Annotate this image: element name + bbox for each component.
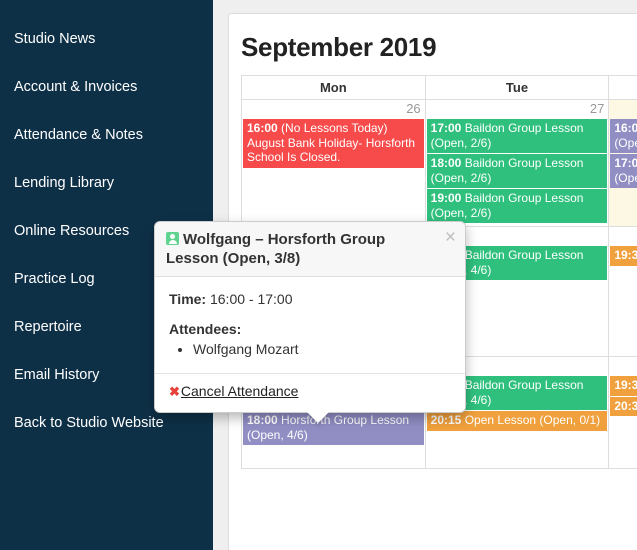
day-events: 17:00 Baildon Group Lesson (Open, 2/6) 18… bbox=[426, 119, 609, 226]
calendar-event[interactable]: 16:00 (No Lessons Today) August Bank Hol… bbox=[243, 119, 424, 168]
calendar-day-cell[interactable]: 1019:30 Open Lesson (Open, 0/1)20:30 Ope… bbox=[608, 356, 637, 469]
calendar-event[interactable]: 18:00 Horsforth Group Lesson (Open, 4/6) bbox=[243, 411, 424, 445]
sidebar-item-label: Practice Log bbox=[14, 271, 95, 288]
page-title: September 2019 bbox=[241, 32, 437, 62]
calendar-event[interactable]: 17:00 Baildon Group Lesson (Open, 2/6) bbox=[426, 119, 608, 153]
event-time: 17:00 bbox=[614, 156, 637, 170]
popover-attendees-row: Attendees: Wolfgang Mozart bbox=[169, 321, 451, 359]
popover-time-row: Time: 16:00 - 17:00 bbox=[169, 291, 451, 307]
event-time: 16:00 bbox=[614, 121, 637, 135]
day-events: 16:00 Horsforth Group Lesson (Open, 3/8)… bbox=[609, 119, 637, 191]
day-header-wed: Wed bbox=[608, 75, 637, 100]
event-time: 20:15 bbox=[430, 413, 462, 427]
sidebar-item-lending-library[interactable]: Lending Library bbox=[0, 160, 213, 208]
sidebar-item-attendance-notes[interactable]: Attendance & Notes bbox=[0, 112, 213, 160]
calendar-event[interactable]: 20:15 Open Lesson (Open, 0/1) bbox=[426, 411, 608, 431]
day-events: 19:30 Open Lesson (Open, 0/1)20:30 Open … bbox=[609, 376, 637, 419]
day-number: 26 bbox=[406, 101, 421, 116]
calendar-event[interactable]: 16:00 Horsforth Group Lesson (Open, 3/8) bbox=[610, 119, 637, 153]
popover-title: Wolfgang – Horsforth Group Lesson (Open,… bbox=[166, 231, 386, 267]
popover-body: Time: 16:00 - 17:00 Attendees: Wolfgang … bbox=[155, 277, 465, 373]
event-time: 17:00 bbox=[430, 121, 462, 135]
sidebar-item-account-invoices[interactable]: Account & Invoices bbox=[0, 64, 213, 112]
calendar-day-cell[interactable]: 16:00 Horsforth Group Lesson (Open, 3/8)… bbox=[608, 99, 637, 227]
calendar-event[interactable]: 18:00 Baildon Group Lesson (Open, 2/6) bbox=[426, 154, 608, 188]
attendees-label: Attendees: bbox=[169, 321, 242, 337]
day-events: 19:30 Open Lesson (Open, 0/1) bbox=[609, 246, 637, 269]
calendar-event[interactable]: 17:00 Horsforth Group Lesson (Open, 6/8) bbox=[610, 154, 637, 188]
calendar-event[interactable]: 19:30 Open Lesson (Open, 0/1) bbox=[610, 246, 637, 266]
event-popover[interactable]: Wolfgang – Horsforth Group Lesson (Open,… bbox=[154, 221, 466, 423]
event-time: 18:00 bbox=[430, 156, 462, 170]
popover-header: Wolfgang – Horsforth Group Lesson (Open,… bbox=[155, 222, 465, 277]
calendar-event[interactable]: 19:30 Open Lesson (Open, 0/1) bbox=[610, 376, 637, 396]
close-icon[interactable]: × bbox=[445, 228, 456, 247]
cancel-attendance-link[interactable]: Cancel Attendance bbox=[181, 383, 299, 399]
calendar-day-cell[interactable]: 26 16:00 (No Lessons Today) August Bank H… bbox=[241, 99, 426, 227]
popover-footer: ✖Cancel Attendance bbox=[155, 373, 465, 412]
time-value: 16:00 - 17:00 bbox=[209, 291, 293, 307]
sidebar-item-label: Account & Invoices bbox=[14, 79, 138, 96]
day-number: 27 bbox=[589, 101, 605, 116]
event-time: 19:00 bbox=[430, 191, 462, 205]
time-label: Time: bbox=[169, 291, 207, 307]
event-time: 18:00 bbox=[247, 413, 278, 427]
sidebar-item-label: Lending Library bbox=[14, 175, 114, 192]
event-time: 19:30 bbox=[614, 248, 637, 262]
app-root: Studio News Account & Invoices Attendance … bbox=[0, 0, 637, 550]
day-number: 3 bbox=[609, 227, 637, 246]
calendar-event[interactable]: 20:30 Open Lesson (Open, 0/1) bbox=[610, 396, 637, 416]
event-time: 19:30 bbox=[614, 378, 637, 392]
sidebar-item-label: Email History bbox=[14, 367, 100, 384]
day-number: 10 bbox=[609, 357, 637, 376]
day-events: 16:00 (No Lessons Today) August Bank Hol… bbox=[242, 119, 425, 171]
calendar-day-cell[interactable]: 319:30 Open Lesson (Open, 0/1) bbox=[608, 226, 637, 357]
event-time: 20:30 bbox=[614, 398, 637, 413]
day-header-tue: Tue bbox=[424, 75, 610, 100]
event-time: 16:00 bbox=[247, 121, 278, 135]
attendee-item: Wolfgang Mozart bbox=[193, 339, 451, 359]
calendar-week-row: 26 16:00 (No Lessons Today) August Bank H… bbox=[241, 99, 637, 227]
sidebar-item-label: Repertoire bbox=[14, 319, 82, 336]
popover-tail bbox=[307, 412, 329, 423]
day-header-mon: Mon bbox=[241, 75, 426, 100]
person-icon bbox=[166, 232, 179, 245]
attendees-list: Wolfgang Mozart bbox=[193, 339, 451, 359]
sidebar-item-label: Attendance & Notes bbox=[14, 127, 143, 144]
sidebar-item-studio-news[interactable]: Studio News bbox=[0, 16, 213, 64]
sidebar-item-label: Online Resources bbox=[14, 223, 130, 240]
sidebar-item-label: Studio News bbox=[14, 31, 96, 48]
day-number bbox=[609, 100, 637, 119]
calendar-day-cell[interactable]: 27 17:00 Baildon Group Lesson (Open, 2/6)… bbox=[424, 99, 610, 227]
calendar-event[interactable]: 19:00 Baildon Group Lesson (Open, 2/6) bbox=[426, 189, 608, 223]
sidebar-item-label: Back to Studio Website bbox=[14, 415, 164, 432]
calendar-head: MonTueWed bbox=[241, 75, 637, 100]
x-icon: ✖ bbox=[169, 384, 180, 399]
calendar-header-row: MonTueWed bbox=[241, 75, 637, 100]
event-title: Open Lesson (Open, 0/1) bbox=[464, 413, 601, 427]
